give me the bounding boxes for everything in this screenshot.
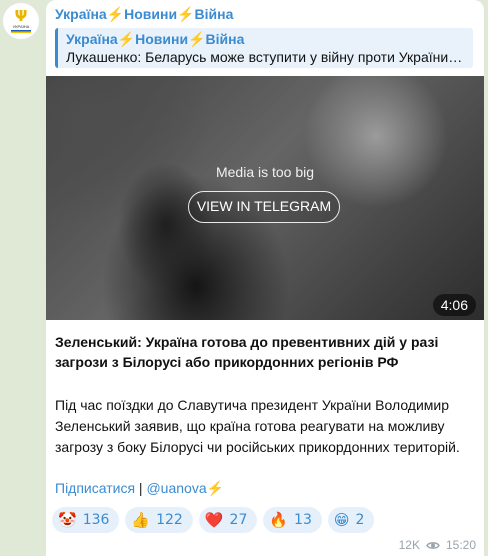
view-count: 12K	[398, 538, 420, 552]
grinning-face-icon: 😁	[333, 511, 350, 529]
handle-link[interactable]: @uanova	[146, 480, 206, 496]
post-title: Зеленський: Україна готова до превентивн…	[55, 334, 439, 370]
reaction-count: 122	[156, 512, 183, 528]
message-bubble: Україна⚡Новини⚡Війна Україна⚡Новини⚡Війн…	[46, 0, 484, 556]
reply-text: Лукашенко: Беларусь може вступити у війн…	[66, 49, 465, 65]
message-time: 15:20	[445, 538, 476, 552]
reaction-thumbs-up[interactable]: 👍 122	[125, 507, 193, 533]
media-too-big-text: Media is too big	[215, 164, 315, 180]
eye-icon	[426, 541, 440, 549]
reply-title: Україна⚡Новини⚡Війна	[66, 31, 245, 47]
clown-face-icon: 🤡	[58, 511, 77, 529]
reply-preview[interactable]: Україна⚡Новини⚡Війна Лукашенко: Беларусь…	[55, 28, 473, 68]
red-heart-icon: ❤️	[204, 511, 224, 529]
lightning-icon: ⚡	[206, 480, 225, 496]
reaction-grin[interactable]: 😁 2	[327, 507, 375, 533]
post-body: Під час поїздки до Славутича президент У…	[55, 397, 460, 455]
thumbs-up-icon: 👍	[131, 511, 151, 529]
flag-stripe-icon	[11, 30, 31, 33]
reaction-count: 136	[82, 512, 110, 528]
reaction-count: 2	[355, 512, 365, 528]
video-duration: 4:06	[432, 294, 476, 316]
video-preview[interactable]: Media is too big VIEW IN TELEGRAM 4:06	[46, 76, 484, 320]
view-in-telegram-button[interactable]: VIEW IN TELEGRAM	[188, 191, 340, 223]
reaction-clown[interactable]: 🤡 136	[52, 507, 120, 533]
channel-name[interactable]: Україна⚡Новини⚡Війна	[55, 6, 233, 23]
channel-avatar[interactable]: Ψ УКРАЇНА	[2, 2, 40, 40]
post-links: Підписатися | @uanova⚡	[55, 480, 224, 497]
trident-icon: Ψ	[14, 7, 28, 25]
avatar-label: УКРАЇНА	[12, 24, 30, 29]
link-separator: |	[135, 480, 147, 496]
subscribe-link[interactable]: Підписатися	[55, 480, 135, 496]
message-meta: 12K 15:20	[399, 538, 476, 552]
fire-icon: 🔥	[269, 511, 289, 529]
reaction-heart[interactable]: ❤️ 27	[198, 507, 258, 533]
reactions-bar: 🤡 136 👍 122 ❤️ 27 🔥 13 😁 2	[52, 507, 375, 533]
reaction-fire[interactable]: 🔥 13	[263, 507, 322, 533]
reaction-count: 27	[229, 512, 248, 528]
reaction-count: 13	[294, 512, 312, 528]
